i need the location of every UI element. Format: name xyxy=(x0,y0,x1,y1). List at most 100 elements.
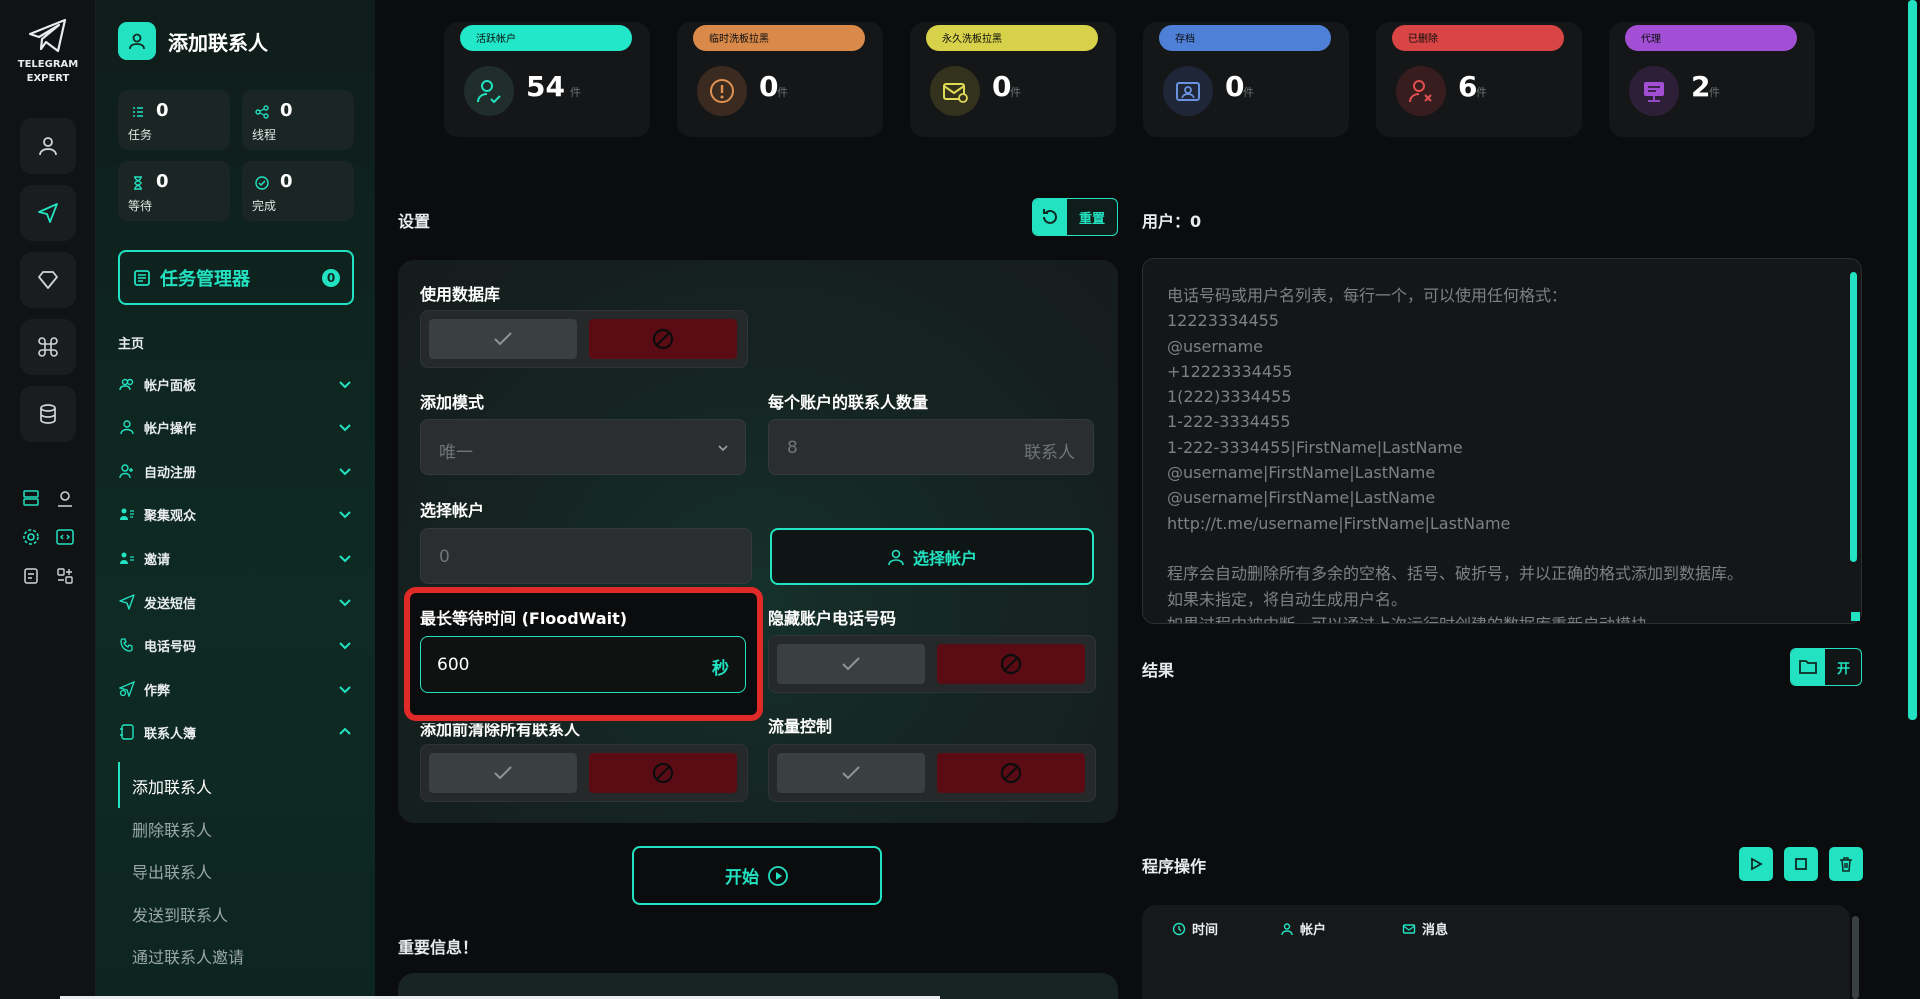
rail-mini-location-button[interactable] xyxy=(52,485,78,511)
sidebar: 添加联系人 0 任务 0 线程 0 等待 0 完成 任务管理器 0 主页 帐户面… xyxy=(96,0,375,999)
clear-contacts-toggle[interactable] xyxy=(420,744,748,802)
contacts-per-account-input[interactable]: 8 联系人 xyxy=(768,419,1094,475)
sidebar-item-label: 联系人簿 xyxy=(144,726,197,742)
send-icon xyxy=(118,593,136,611)
submenu-item-add-contact[interactable]: 添加联系人 xyxy=(132,774,212,798)
sidebar-item-label: 帐户操作 xyxy=(144,421,197,437)
sidebar-item-label: 自动注册 xyxy=(144,465,197,481)
select-account-input[interactable]: 0 xyxy=(420,528,752,584)
database-icon xyxy=(40,404,56,424)
contact-book-icon xyxy=(118,723,136,741)
settings-title: 设置 xyxy=(398,212,431,231)
list-icon xyxy=(133,107,143,117)
open-results-button[interactable]: 开 xyxy=(1790,648,1862,686)
stat-tasks-label: 任务 xyxy=(128,128,153,142)
traffic-control-toggle[interactable] xyxy=(768,744,1096,802)
rail-mini-apps-button[interactable] xyxy=(52,563,78,589)
rail-accounts-button[interactable] xyxy=(20,118,76,174)
card-value: 2 xyxy=(1691,70,1711,103)
sidebar-item-account-panel[interactable]: 帐户面板 xyxy=(118,371,354,397)
toggle-yes-button[interactable] xyxy=(777,753,925,793)
card-perm-banned[interactable]: 永久洗板拉黑 0 件 xyxy=(910,22,1116,137)
submenu-item-invite-via-contact[interactable]: 通过联系人邀请 xyxy=(132,944,244,968)
log-col-account: 帐户 xyxy=(1280,919,1326,938)
card-temp-banned[interactable]: 临时洗板拉黑 0 件 xyxy=(677,22,883,137)
task-manager-count: 0 xyxy=(322,269,340,287)
chevron-down-icon xyxy=(339,381,351,389)
sidebar-item-contact-book[interactable]: 联系人簿 xyxy=(118,719,354,745)
chevron-down-icon xyxy=(339,424,351,432)
sidebar-item-invite[interactable]: 邀请 xyxy=(118,545,354,571)
log-scrollbar[interactable] xyxy=(1852,916,1859,999)
rail-command-button[interactable] xyxy=(20,319,76,375)
rail-telegram-button[interactable] xyxy=(20,185,76,241)
page-title: 添加联系人 xyxy=(168,30,268,55)
rail-mini-settings-button[interactable] xyxy=(18,524,44,550)
user-icon xyxy=(1281,922,1293,935)
task-manager-button[interactable]: 任务管理器 0 xyxy=(118,250,354,305)
sidebar-item-auto-register[interactable]: 自动注册 xyxy=(118,458,354,484)
users-scrollbar[interactable] xyxy=(1850,272,1857,562)
sidebar-item-phone-numbers[interactable]: 电话号码 xyxy=(118,632,354,658)
sidebar-item-send-sms[interactable]: 发送短信 xyxy=(118,589,354,615)
refresh-icon xyxy=(1033,199,1067,235)
toggle-no-button[interactable] xyxy=(937,753,1085,793)
use-db-label: 使用数据库 xyxy=(420,285,501,304)
code-window-icon xyxy=(56,529,74,545)
page-scrollbar[interactable] xyxy=(1908,0,1917,720)
use-db-toggle[interactable] xyxy=(420,310,748,368)
play-button[interactable] xyxy=(1739,847,1773,881)
stat-waiting-label: 等待 xyxy=(128,199,153,213)
users-textarea[interactable]: 电话号码或用户名列表，每行一个，可以使用任何格式： 12223334455 @u… xyxy=(1142,258,1862,624)
sidebar-item-cheat[interactable]: 作弊 xyxy=(118,676,354,702)
submenu-item-delete-contact[interactable]: 删除联系人 xyxy=(132,817,212,841)
card-proxy[interactable]: 代理 2 件 xyxy=(1609,22,1815,137)
toggle-yes-button[interactable] xyxy=(429,753,577,793)
floodwait-input[interactable]: 600 秒 xyxy=(420,636,746,693)
submenu-item-export-contact[interactable]: 导出联系人 xyxy=(132,859,212,883)
proxy-icon xyxy=(1629,66,1679,116)
toggle-yes-button[interactable] xyxy=(777,644,925,684)
reset-button[interactable]: 重置 xyxy=(1032,198,1118,236)
stat-done-label: 完成 xyxy=(252,199,277,213)
toggle-no-button[interactable] xyxy=(589,319,737,359)
rail-premium-button[interactable] xyxy=(20,252,76,308)
floodwait-value: 600 xyxy=(437,655,470,675)
stop-button[interactable] xyxy=(1784,847,1818,881)
page-header: 添加联系人 xyxy=(118,22,268,60)
sidebar-item-label: 聚集观众 xyxy=(144,508,197,524)
resize-handle[interactable] xyxy=(1851,612,1860,621)
mail-block-icon xyxy=(930,66,980,116)
card-active-accounts[interactable]: 活跃帐户 54 件 xyxy=(444,22,650,137)
sidebar-item-gather-audience[interactable]: 聚集观众 xyxy=(118,501,354,527)
task-manager-label: 任务管理器 xyxy=(160,268,250,290)
rail-mini-code-button[interactable] xyxy=(52,524,78,550)
card-deleted[interactable]: 已删除 6 件 xyxy=(1376,22,1582,137)
card-value: 54 xyxy=(526,70,565,103)
rail-database-button[interactable] xyxy=(20,386,76,442)
toggle-no-button[interactable] xyxy=(589,753,737,793)
add-mode-select[interactable]: 唯一 xyxy=(420,419,746,475)
log-col-account-label: 帐户 xyxy=(1300,923,1327,938)
start-button[interactable]: 开始 xyxy=(632,846,882,905)
rail-mini-list-button[interactable] xyxy=(18,485,44,511)
trash-icon xyxy=(1840,857,1852,872)
card-tag: 永久洗板拉黑 xyxy=(926,25,1098,51)
toggle-yes-button[interactable] xyxy=(429,319,577,359)
submenu-item-send-to-contact[interactable]: 发送到联系人 xyxy=(132,902,228,926)
clear-log-button[interactable] xyxy=(1829,847,1863,881)
hide-phone-toggle[interactable] xyxy=(768,635,1096,693)
sidebar-item-account-actions[interactable]: 帐户操作 xyxy=(118,414,354,440)
choose-account-button[interactable]: 选择帐户 xyxy=(770,528,1094,585)
phone-icon xyxy=(118,636,136,654)
card-value: 0 xyxy=(1225,70,1245,103)
rail-mini-notes-button[interactable] xyxy=(18,563,44,589)
send-icon xyxy=(38,203,58,223)
toggle-no-button[interactable] xyxy=(937,644,1085,684)
share-icon xyxy=(255,105,269,119)
card-archived[interactable]: 存档 0 件 xyxy=(1143,22,1349,137)
notes-icon xyxy=(24,568,38,584)
select-account-value: 0 xyxy=(439,547,450,567)
icon-rail: TELEGRAM EXPERT xyxy=(0,0,96,999)
user-plus-icon xyxy=(118,462,136,480)
